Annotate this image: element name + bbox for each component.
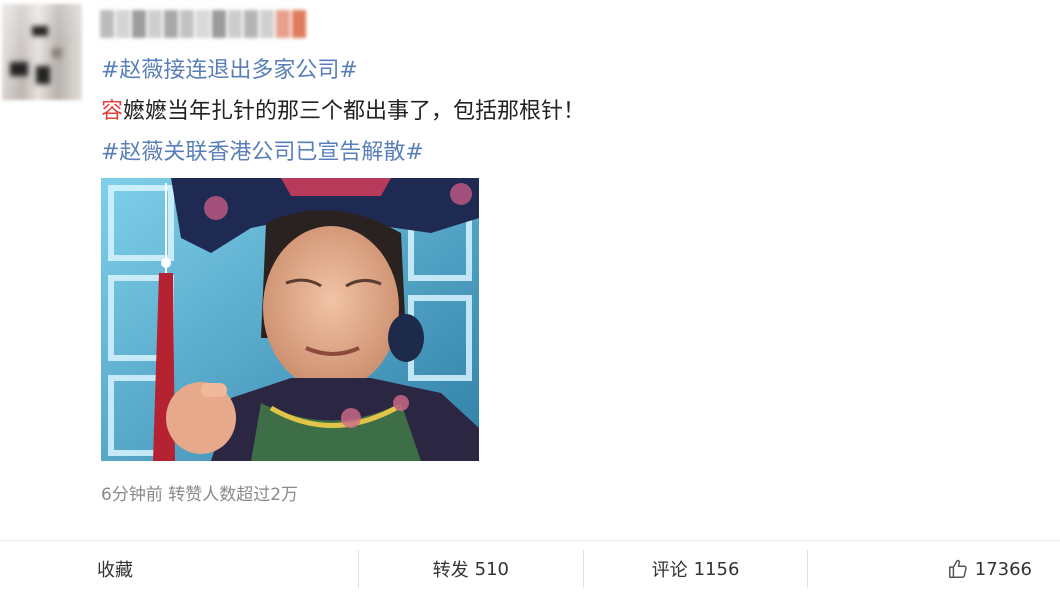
username-blurred[interactable]	[100, 10, 306, 42]
post-meta: 6分钟前 转赞人数超过2万	[101, 485, 299, 505]
repost-label: 转发	[432, 560, 469, 581]
post-photo[interactable]	[101, 178, 479, 461]
repost-count: 510	[474, 558, 510, 580]
post-body: 容嬷嬷当年扎针的那三个都出事了，包括那根针！	[101, 93, 585, 125]
comment-label: 评论	[651, 560, 688, 581]
action-bar: 收藏 转发 510 评论 1156 17366	[0, 540, 1060, 597]
like-button[interactable]: 17366	[808, 541, 1060, 597]
collect-button[interactable]: 收藏	[0, 541, 262, 597]
collect-label: 收藏	[97, 560, 133, 581]
comment-count: 1156	[693, 558, 740, 580]
weibo-post: #赵薇接连退出多家公司# 容嬷嬷当年扎针的那三个都出事了，包括那根针！ #赵薇关…	[0, 0, 1060, 540]
drama-still-image	[101, 178, 479, 461]
comment-button[interactable]: 评论 1156	[584, 541, 808, 597]
hashtag-link-top[interactable]: #赵薇接连退出多家公司#	[101, 52, 358, 84]
body-text: 嬷嬷当年扎针的那三个都出事了，包括那根针！	[123, 99, 586, 124]
thumbs-up-icon	[948, 559, 967, 578]
repost-button[interactable]: 转发 510	[359, 541, 583, 597]
body-highlight: 容	[101, 99, 124, 124]
avatar[interactable]	[2, 4, 82, 100]
hashtag-link-bottom[interactable]: #赵薇关联香港公司已宣告解散#	[101, 134, 424, 166]
like-count: 17366	[974, 558, 1033, 580]
